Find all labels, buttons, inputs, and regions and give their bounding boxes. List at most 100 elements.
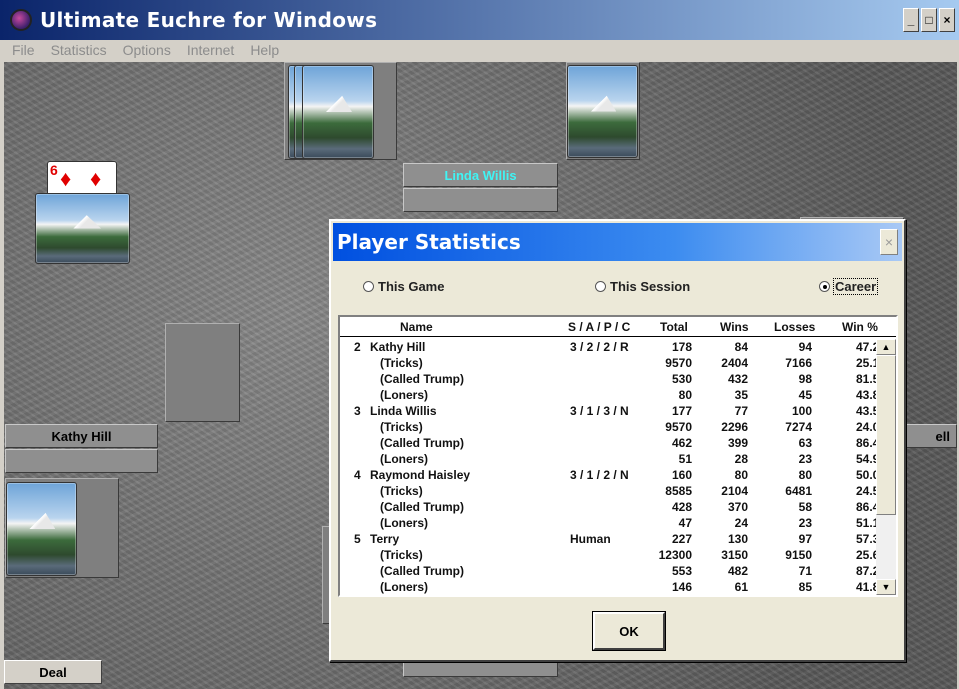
close-button[interactable]: ×	[939, 8, 955, 32]
row-losses: 9150	[785, 548, 812, 562]
row-losses: 94	[798, 340, 812, 354]
table-subrow[interactable]: (Loners) 51 28 23 54.9%	[340, 451, 876, 467]
north-player-status	[403, 188, 558, 212]
row-win-pct: 24.0%	[855, 420, 876, 434]
row-name: (Loners)	[380, 388, 428, 402]
app-icon[interactable]	[10, 9, 32, 31]
card-rank: 6	[50, 162, 58, 178]
radio-this-session[interactable]: This Session	[595, 279, 690, 294]
row-losses: 80	[798, 468, 812, 482]
table-subrow[interactable]: (Loners) 80 35 45 43.8%	[340, 387, 876, 403]
row-losses: 98	[798, 372, 812, 386]
table-subrow[interactable]: (Tricks) 12300 3150 9150 25.6%	[340, 547, 876, 563]
radio-circle[interactable]	[363, 281, 374, 292]
table-subrow[interactable]: (Tricks) 8585 2104 6481 24.5%	[340, 483, 876, 499]
north-card-back[interactable]	[302, 65, 374, 159]
row-losses: 63	[798, 436, 812, 450]
menu-file[interactable]: File	[4, 42, 43, 58]
column-name[interactable]: Name	[400, 320, 433, 334]
row-name: (Tricks)	[380, 356, 423, 370]
player-statistics-dialog: Player Statistics × This Game This Sessi…	[329, 219, 906, 662]
dialog-title-bar: Player Statistics ×	[333, 223, 902, 261]
row-losses: 100	[791, 404, 812, 418]
title-bar: Ultimate Euchre for Windows _ □ ×	[0, 0, 959, 40]
dialog-close-icon[interactable]: ×	[880, 229, 898, 255]
menu-internet[interactable]: Internet	[179, 42, 242, 58]
row-rank: 5	[354, 532, 361, 546]
row-name: (Loners)	[380, 452, 428, 466]
table-subrow[interactable]: (Loners) 146 61 85 41.8%	[340, 579, 876, 595]
row-losses: 45	[798, 388, 812, 402]
row-rank: 4	[354, 468, 361, 482]
kitty-card-back[interactable]	[567, 65, 638, 158]
radio-career[interactable]: Career	[819, 278, 879, 295]
scroll-up-icon[interactable]: ▲	[876, 339, 896, 355]
radio-circle[interactable]	[595, 281, 606, 292]
table-row[interactable]: 2 Kathy Hill 3 / 2 / 2 / R 178 84 94 47.2%	[340, 339, 876, 355]
deal-button[interactable]: Deal	[4, 660, 102, 684]
radio-label: Career	[832, 278, 879, 295]
row-name: (Called Trump)	[380, 564, 465, 578]
west-card-back[interactable]	[35, 193, 130, 264]
column-wins[interactable]: Wins	[720, 320, 749, 334]
scroll-down-icon[interactable]: ▼	[876, 579, 896, 595]
row-total: 51	[678, 452, 692, 466]
row-wins: 370	[727, 500, 748, 514]
row-name: Terry	[370, 532, 400, 546]
vertical-scrollbar[interactable]: ▲ ▼	[876, 339, 896, 595]
table-row[interactable]: 3 Linda Willis 3 / 1 / 3 / N 177 77 100 43.5%	[340, 403, 876, 419]
column-win-pct[interactable]: Win %	[842, 320, 878, 334]
menu-bar: File Statistics Options Internet Help	[0, 40, 959, 60]
row-win-pct: 54.9%	[855, 452, 876, 466]
radio-label: This Game	[378, 279, 445, 294]
column-losses[interactable]: Losses	[774, 320, 815, 334]
table-subrow[interactable]: (Called Trump) 553 482 71 87.2%	[340, 563, 876, 579]
row-win-pct: 43.8%	[855, 388, 876, 402]
row-name: Raymond Haisley	[370, 468, 471, 482]
table-subrow[interactable]: (Called Trump) 530 432 98 81.5%	[340, 371, 876, 387]
row-win-pct: 51.1%	[855, 516, 876, 530]
radio-this-game[interactable]: This Game	[363, 279, 444, 294]
row-total: 178	[671, 340, 692, 354]
table-subrow[interactable]: (Called Trump) 428 370 58 86.4%	[340, 499, 876, 515]
row-win-pct: 57.3%	[855, 532, 876, 546]
table-row[interactable]: 4 Raymond Haisley 3 / 1 / 2 / N 160 80 80 50.0…	[340, 467, 876, 483]
south-card-back[interactable]	[6, 482, 77, 576]
ok-button[interactable]: OK	[592, 611, 666, 651]
row-total: 146	[671, 580, 692, 594]
row-win-pct: 81.5%	[855, 372, 876, 386]
row-total: 177	[671, 404, 692, 418]
row-wins: 28	[734, 452, 748, 466]
radio-circle-selected[interactable]	[819, 281, 830, 292]
column-total[interactable]: Total	[660, 320, 688, 334]
column-sapc[interactable]: S / A / P / C	[568, 320, 630, 334]
maximize-button[interactable]: □	[921, 8, 937, 32]
menu-statistics[interactable]: Statistics	[43, 42, 115, 58]
row-losses: 6481	[785, 484, 812, 498]
row-wins: 399	[727, 436, 748, 450]
minimize-button[interactable]: _	[903, 8, 919, 32]
row-total: 12300	[658, 548, 692, 562]
row-total: 8585	[665, 484, 692, 498]
row-name: Kathy Hill	[370, 340, 426, 354]
row-sapc: Human	[570, 532, 611, 546]
menu-options[interactable]: Options	[115, 42, 179, 58]
row-name: (Loners)	[380, 580, 428, 594]
row-win-pct: 25.6%	[855, 548, 876, 562]
menu-help[interactable]: Help	[242, 42, 287, 58]
table-subrow[interactable]: (Tricks) 9570 2404 7166 25.1%	[340, 355, 876, 371]
table-row[interactable]: 5 Terry Human 227 130 97 57.3%	[340, 531, 876, 547]
table-subrow[interactable]: (Loners) 47 24 23 51.1%	[340, 515, 876, 531]
table-body: 2Kathy Hill3 / 2 / 2 / R178849447.2%(Tri…	[340, 339, 876, 595]
row-wins: 130	[727, 532, 748, 546]
row-sapc: 3 / 1 / 2 / N	[570, 468, 629, 482]
scroll-thumb[interactable]	[876, 355, 896, 515]
dialog-title: Player Statistics	[337, 230, 521, 254]
row-rank: 3	[354, 404, 361, 418]
row-wins: 432	[727, 372, 748, 386]
table-subrow[interactable]: (Tricks) 9570 2296 7274 24.0%	[340, 419, 876, 435]
table-subrow[interactable]: (Called Trump) 462 399 63 86.4%	[340, 435, 876, 451]
row-win-pct: 47.2%	[855, 340, 876, 354]
west-player-name: Kathy Hill	[5, 424, 158, 448]
row-losses: 85	[798, 580, 812, 594]
